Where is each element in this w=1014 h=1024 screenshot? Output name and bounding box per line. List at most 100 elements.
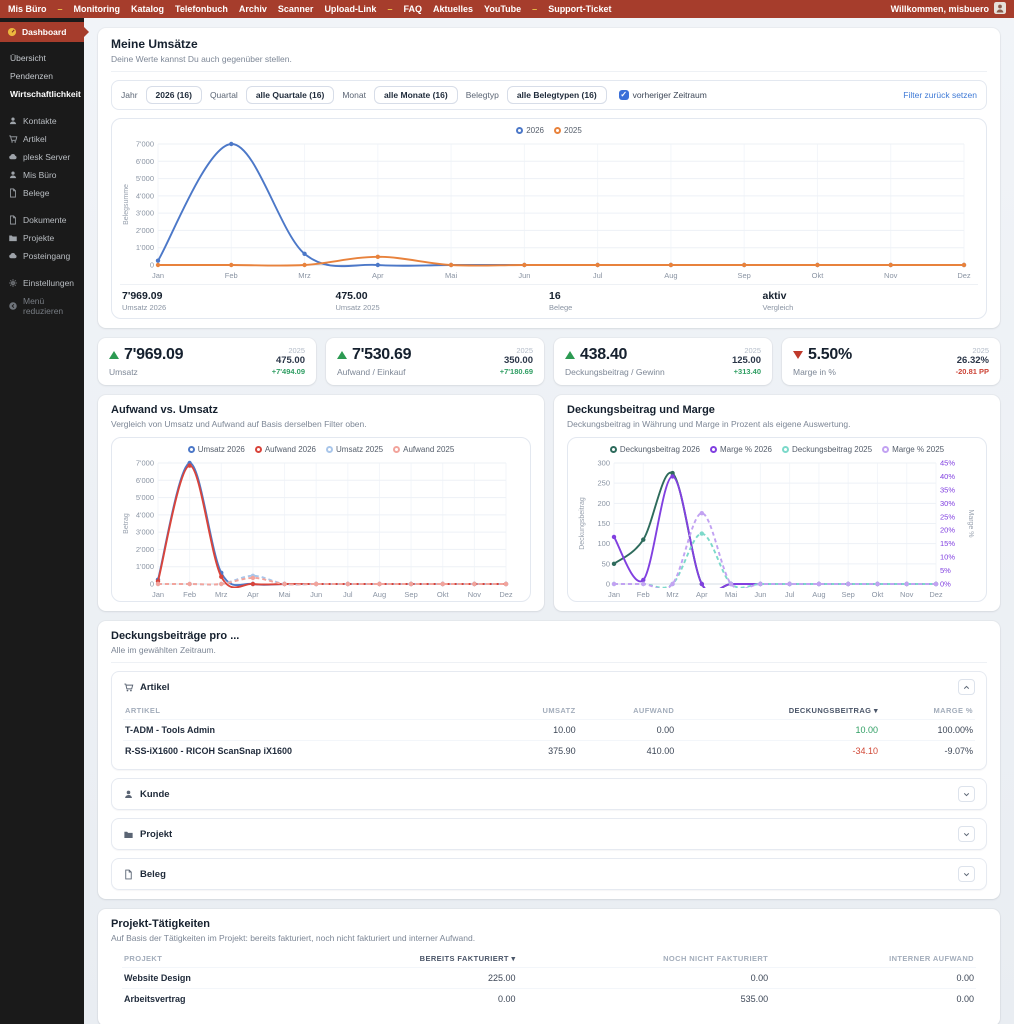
topnav-item-telefonbuch[interactable]: Telefonbuch bbox=[175, 4, 228, 14]
column-header-bereits-fakturiert[interactable]: BEREITS FAKTURIERT ▾ bbox=[286, 950, 517, 968]
column-header-artikel[interactable]: ARTIKEL bbox=[123, 702, 497, 720]
svg-text:2'000: 2'000 bbox=[136, 226, 154, 235]
deckungsbeitraege-subtitle: Alle im gewählten Zeitraum. bbox=[111, 645, 216, 655]
topnav-item-aktuelles[interactable]: Aktuelles bbox=[433, 4, 473, 14]
table-cell: 0.00 bbox=[577, 719, 677, 741]
kpi-card-marge-in-%[interactable]: 5.50% Marge in % 2025 26.32% -20.81 PP bbox=[782, 338, 1000, 385]
svg-text:Dez: Dez bbox=[499, 590, 513, 599]
svg-text:35%: 35% bbox=[940, 485, 955, 494]
sidebar-item-label: Dokumente bbox=[23, 215, 67, 225]
column-header-deckungsbeitrag[interactable]: DECKUNGSBEITRAG ▾ bbox=[676, 702, 880, 720]
svg-text:Mrz: Mrz bbox=[215, 590, 228, 599]
topnav-item-archiv[interactable]: Archiv bbox=[239, 4, 267, 14]
sidebar-item-einstellungen[interactable]: Einstellungen bbox=[0, 274, 84, 292]
kpi-card-aufwand-einkauf[interactable]: 7'530.69 Aufwand / Einkauf 2025 350.00 +7'18… bbox=[326, 338, 544, 385]
sidebar-item-dashboard[interactable]: Dashboard bbox=[0, 22, 89, 42]
topnav-item-youtube[interactable]: YouTube bbox=[484, 4, 521, 14]
filter-select-jahr[interactable]: 2026 (16) bbox=[145, 86, 202, 104]
legend-item-deckungsbeitrag-2025[interactable]: Deckungsbeitrag 2025 bbox=[782, 445, 872, 454]
topnav-item-upload-link[interactable]: Upload-Link bbox=[324, 4, 376, 14]
table-cell: 0.00 bbox=[770, 967, 976, 989]
svg-text:15%: 15% bbox=[940, 539, 955, 548]
document-icon bbox=[10, 215, 16, 225]
column-header-interner-aufwand[interactable]: INTERNER AUFWAND bbox=[770, 950, 976, 968]
db-marge-chart-box: Deckungsbeitrag 2026 Marge % 2026 Deckungs… bbox=[567, 437, 987, 602]
welcome-area[interactable]: Willkommen, misbuero bbox=[891, 2, 1006, 16]
accordion-toggle-beleg[interactable] bbox=[958, 866, 975, 882]
svg-text:7'000: 7'000 bbox=[136, 140, 154, 149]
user-avatar[interactable] bbox=[994, 2, 1006, 16]
legend-item-marge-%-2026[interactable]: Marge % 2026 bbox=[709, 445, 772, 454]
accordion-toggle-projekt[interactable] bbox=[958, 826, 975, 842]
table-cell: 0.00 bbox=[286, 988, 518, 1009]
svg-text:Okt: Okt bbox=[872, 590, 885, 599]
legend-item-aufwand-2025[interactable]: Aufwand 2025 bbox=[393, 445, 454, 454]
column-header-marge-%[interactable]: MARGE % bbox=[880, 702, 975, 720]
chevron-down-icon bbox=[963, 872, 970, 876]
accordion-toggle-artikel[interactable] bbox=[958, 679, 975, 695]
kpi-card-deckungsbeitrag-gewinn[interactable]: 438.40 Deckungsbeitrag / Gewinn 2025 125.00… bbox=[554, 338, 772, 385]
sidebar-item-posteingang[interactable]: Posteingang bbox=[0, 247, 84, 265]
sidebar-item-label: Projekte bbox=[23, 233, 55, 243]
folder-icon bbox=[124, 831, 133, 838]
accordion-toggle-kunde[interactable] bbox=[958, 786, 975, 802]
topnav-item-faq[interactable]: FAQ bbox=[403, 4, 422, 14]
accordion-header-artikel[interactable]: Artikel bbox=[112, 672, 986, 702]
sidebar-item-übersicht[interactable]: Übersicht bbox=[0, 49, 84, 67]
sidebar-item-menü-reduzieren[interactable]: Menü reduzieren bbox=[0, 292, 84, 320]
kpi-delta: -20.81 PP bbox=[955, 367, 989, 377]
kpi-prev-year: 2025 bbox=[744, 346, 761, 355]
legend-item-aufwand-2026[interactable]: Aufwand 2026 bbox=[254, 445, 316, 454]
accordion-header-projekt[interactable]: Projekt bbox=[112, 819, 986, 849]
column-header-projekt[interactable]: PROJEKT bbox=[122, 950, 286, 968]
svg-text:25%: 25% bbox=[940, 512, 955, 521]
aufwand-umsatz-title: Aufwand vs. Umsatz bbox=[111, 404, 218, 416]
svg-text:Sep: Sep bbox=[404, 590, 417, 599]
legend-item-deckungsbeitrag-2026[interactable]: Deckungsbeitrag 2026 bbox=[609, 445, 700, 454]
topnav-item-katalog[interactable]: Katalog bbox=[131, 4, 164, 14]
sidebar-item-dokumente[interactable]: Dokumente bbox=[0, 211, 84, 229]
sidebar-item-plesk-server[interactable]: plesk Server bbox=[0, 148, 84, 166]
sidebar-item-artikel[interactable]: Artikel bbox=[0, 130, 84, 148]
legend-item-umsatz-2026[interactable]: Umsatz 2026 bbox=[187, 445, 245, 454]
topnav-item-scanner[interactable]: Scanner bbox=[278, 4, 314, 14]
column-header-aufwand[interactable]: AUFWAND bbox=[578, 702, 677, 720]
column-header-noch-nicht-fakturiert[interactable]: NOCH NICHT FAKTURIERT bbox=[518, 950, 771, 968]
legend-item-umsatz-2025[interactable]: Umsatz 2025 bbox=[326, 445, 383, 454]
topnav-item-monitoring[interactable]: Monitoring bbox=[74, 4, 121, 14]
sidebar-item-wirtschaftlichkeit[interactable]: Wirtschaftlichkeit bbox=[0, 85, 84, 103]
previous-period-checkbox[interactable]: ✓ bbox=[618, 90, 629, 100]
legend-item-2026[interactable]: 2026 bbox=[516, 126, 544, 135]
sidebar-item-mis-büro[interactable]: Mis Büro bbox=[0, 166, 84, 184]
svg-text:0: 0 bbox=[150, 261, 154, 270]
sidebar-item-belege[interactable]: Belege bbox=[0, 184, 84, 202]
legend-item-marge-%-2025[interactable]: Marge % 2025 bbox=[882, 445, 944, 454]
kpi-value: 438.40 bbox=[565, 346, 665, 364]
sidebar-group: Dokumente Projekte Posteingang bbox=[0, 211, 84, 265]
legend-item-2025[interactable]: 2025 bbox=[554, 126, 582, 135]
topnav-item-mis-büro[interactable]: Mis Büro bbox=[8, 4, 47, 14]
svg-text:100: 100 bbox=[597, 539, 610, 548]
sidebar-item-projekte[interactable]: Projekte bbox=[0, 229, 84, 247]
accordion-header-beleg[interactable]: Beleg bbox=[112, 859, 986, 889]
previous-period-checkbox-wrap[interactable]: ✓ vorheriger Zeitraum bbox=[618, 90, 707, 100]
legend-ring bbox=[782, 446, 789, 453]
svg-text:Mai: Mai bbox=[278, 590, 290, 599]
document-icon bbox=[125, 869, 132, 879]
svg-text:3'000: 3'000 bbox=[136, 528, 154, 537]
kpi-card-umsatz[interactable]: 7'969.09 Umsatz 2025 475.00 +7'494.09 bbox=[98, 338, 316, 385]
chevron-down-icon bbox=[963, 832, 970, 836]
filter-select-monat[interactable]: alle Monate (16) bbox=[373, 86, 458, 104]
filter-select-belegtyp[interactable]: alle Belegtypen (16) bbox=[506, 86, 607, 104]
accordion-header-kunde[interactable]: Kunde bbox=[112, 779, 986, 809]
svg-text:200: 200 bbox=[597, 499, 610, 508]
filter-select-quartal[interactable]: alle Quartale (16) bbox=[245, 86, 335, 104]
legend-label: Umsatz 2025 bbox=[336, 445, 384, 454]
topnav-item-support-ticket[interactable]: Support-Ticket bbox=[548, 4, 611, 14]
sidebar-item-pendenzen[interactable]: Pendenzen bbox=[0, 67, 84, 85]
filter-reset-link[interactable]: Filter zurück setzen bbox=[903, 90, 977, 100]
column-header-umsatz[interactable]: UMSATZ bbox=[497, 702, 578, 720]
sidebar-item-kontakte[interactable]: Kontakte bbox=[0, 112, 84, 130]
kpi-value: 5.50% bbox=[793, 346, 852, 364]
sidebar-groups: Kontakte Artikel plesk Server Mis Büro Beleg… bbox=[0, 112, 84, 320]
